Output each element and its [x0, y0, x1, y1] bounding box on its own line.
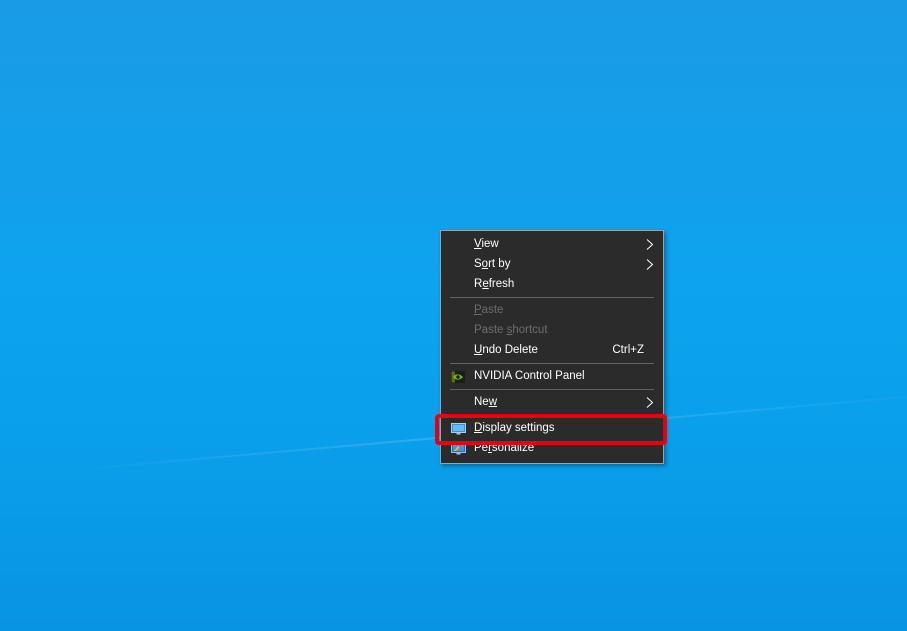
menu-item-label: Paste [474, 304, 504, 316]
menu-item-paste: Paste [441, 300, 663, 320]
menu-item-label: Paste shortcut [474, 324, 548, 336]
menu-item-label: NVIDIA Control Panel [474, 370, 585, 382]
menu-item-paste-shortcut: Paste shortcut [441, 320, 663, 340]
menu-item-label: New [474, 396, 498, 408]
chevron-right-icon [645, 392, 655, 412]
menu-separator [450, 389, 654, 390]
menu-separator [450, 363, 654, 364]
chevron-right-icon [645, 234, 655, 254]
menu-item-new[interactable]: New [441, 392, 663, 412]
menu-item-label: Undo Delete [474, 344, 538, 356]
menu-item-sort-by[interactable]: Sort by [441, 254, 663, 274]
menu-separator [450, 297, 654, 298]
display-settings-highlight-box [435, 414, 667, 445]
menu-item-shortcut: Ctrl+Z [612, 344, 644, 356]
menu-item-label: View [474, 238, 499, 250]
menu-item-view[interactable]: View [441, 234, 663, 254]
chevron-right-icon [645, 254, 655, 274]
menu-item-nvidia-control-panel[interactable]: NVIDIA Control Panel [441, 366, 663, 386]
menu-item-label: Sort by [474, 258, 511, 270]
menu-item-refresh[interactable]: Refresh [441, 274, 663, 294]
menu-item-undo-delete[interactable]: Undo Delete Ctrl+Z [441, 340, 663, 360]
nvidia-icon [451, 370, 465, 383]
menu-item-label: Refresh [474, 278, 515, 290]
